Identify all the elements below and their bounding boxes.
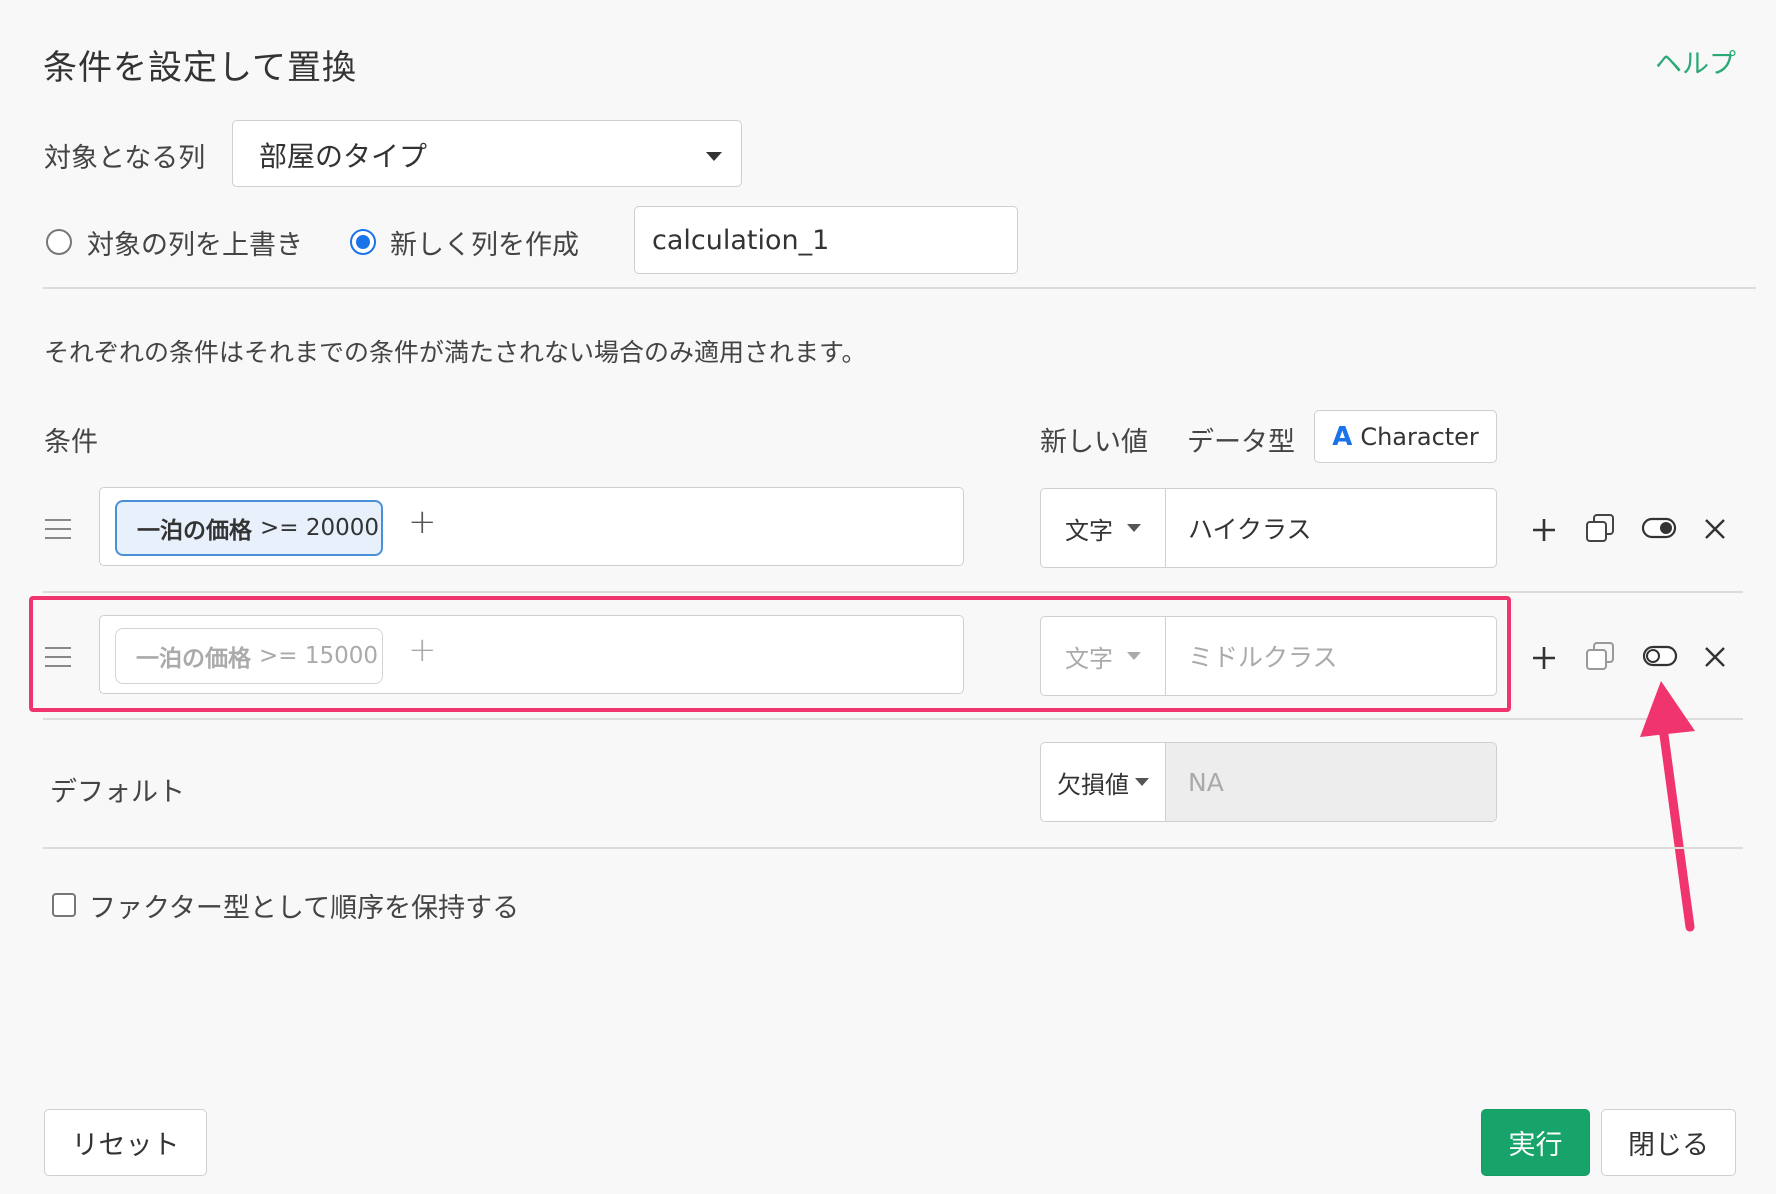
- divider: [43, 847, 1743, 849]
- data-type-header: データ型: [1187, 427, 1295, 458]
- caret-down-icon: [1127, 524, 1141, 532]
- caret-down-icon: [706, 152, 722, 161]
- divider: [43, 287, 1756, 289]
- data-type-button[interactable]: A Character: [1314, 410, 1497, 463]
- default-type-select[interactable]: 欠損値: [1041, 743, 1166, 821]
- value-type-label: 文字: [1065, 516, 1113, 545]
- chip-expr: >= 15000: [259, 643, 379, 669]
- chip-field: 一泊の価格: [137, 518, 252, 544]
- run-button[interactable]: 実行: [1481, 1109, 1590, 1176]
- close-button[interactable]: 閉じる: [1601, 1109, 1736, 1176]
- value-type-label: 文字: [1065, 644, 1113, 673]
- add-row-icon[interactable]: [1527, 641, 1561, 675]
- default-value-input[interactable]: NA: [1166, 743, 1496, 821]
- new-value-header: 新しい値: [1040, 427, 1148, 458]
- chip-field: 一泊の価格: [136, 646, 251, 672]
- help-link[interactable]: ヘルプ: [1655, 42, 1736, 81]
- copy-icon[interactable]: [1583, 639, 1617, 673]
- overwrite-radio[interactable]: [46, 229, 72, 255]
- default-value-box[interactable]: 欠損値 NA: [1040, 742, 1497, 822]
- new-column-name-input[interactable]: calculation_1: [634, 206, 1018, 274]
- toggle-off-icon[interactable]: [1641, 639, 1679, 673]
- condition-box[interactable]: 一泊の価格 >= 15000 +: [99, 615, 964, 694]
- delete-icon[interactable]: [1699, 641, 1731, 673]
- copy-icon[interactable]: [1583, 511, 1617, 545]
- target-column-select[interactable]: 部屋のタイプ: [232, 120, 742, 187]
- new-column-radio[interactable]: [350, 229, 376, 255]
- default-type-label: 欠損値: [1057, 770, 1129, 799]
- divider: [43, 718, 1743, 720]
- drag-handle-icon[interactable]: [45, 519, 71, 546]
- target-column-label: 対象となる列: [44, 143, 206, 174]
- drag-handle-icon[interactable]: [45, 647, 71, 674]
- divider: [43, 591, 1743, 593]
- value-box[interactable]: 文字 ミドルクラス: [1040, 616, 1497, 696]
- description-text: それぞれの条件はそれまでの条件が満たされない場合のみ適用されます。: [44, 338, 867, 367]
- caret-down-icon: [1135, 778, 1149, 786]
- value-input[interactable]: ミドルクラス: [1166, 617, 1496, 695]
- target-column-value: 部屋のタイプ: [259, 140, 428, 173]
- add-condition-icon[interactable]: +: [408, 630, 437, 670]
- data-type-value: Character: [1360, 422, 1479, 451]
- factor-checkbox[interactable]: [52, 893, 76, 917]
- default-label: デフォルト: [50, 777, 185, 808]
- condition-header: 条件: [44, 427, 98, 458]
- character-type-icon: A: [1332, 421, 1353, 452]
- value-type-select[interactable]: 文字: [1041, 617, 1166, 695]
- caret-down-icon: [1127, 652, 1141, 660]
- factor-label: ファクター型として順序を保持する: [89, 893, 520, 924]
- add-condition-icon[interactable]: +: [408, 502, 437, 542]
- value-box[interactable]: 文字 ハイクラス: [1040, 488, 1497, 568]
- new-column-label: 新しく列を作成: [390, 230, 579, 261]
- add-row-icon[interactable]: [1527, 513, 1561, 547]
- condition-chip[interactable]: 一泊の価格 >= 15000: [115, 628, 383, 684]
- dialog-title: 条件を設定して置換: [43, 48, 357, 88]
- overwrite-label: 対象の列を上書き: [87, 230, 303, 261]
- value-type-select[interactable]: 文字: [1041, 489, 1166, 567]
- condition-chip[interactable]: 一泊の価格 >= 20000: [115, 500, 383, 556]
- condition-box[interactable]: 一泊の価格 >= 20000 +: [99, 487, 964, 566]
- reset-button[interactable]: リセット: [44, 1109, 207, 1176]
- toggle-on-icon[interactable]: [1641, 511, 1677, 545]
- annotation-arrow-icon: [1640, 681, 1695, 932]
- chip-expr: >= 20000: [260, 515, 380, 541]
- value-input[interactable]: ハイクラス: [1166, 489, 1496, 567]
- delete-icon[interactable]: [1699, 513, 1731, 545]
